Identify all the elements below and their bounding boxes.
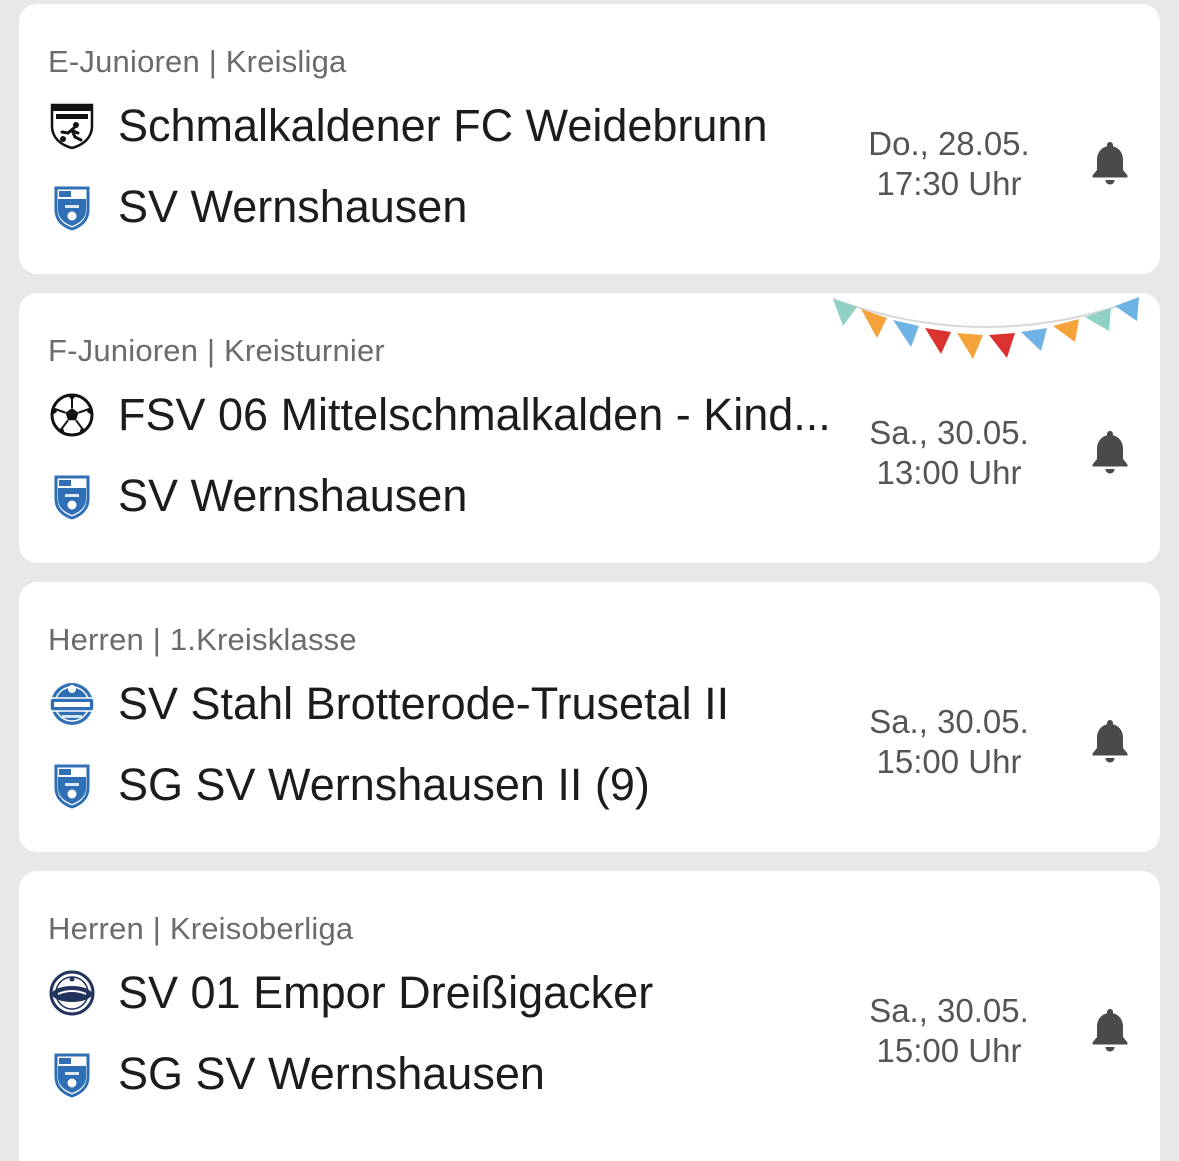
sfc-weidebrunn-crest-icon (48, 102, 96, 150)
sv-wernshausen-crest-icon (48, 183, 96, 231)
match-card[interactable]: Herren | Kreisoberliga SV 01 Empor Dreiß… (19, 871, 1160, 1161)
bell-icon[interactable] (1087, 715, 1133, 765)
away-team-name: SG SV Wernshausen II (9) (118, 759, 650, 810)
match-date: Sa., 30.05. (869, 703, 1029, 740)
home-team: Schmalkaldener FC Weidebrunn (48, 96, 858, 156)
match-card[interactable]: E-Junioren | Kreisliga Schmalkaldener FC… (19, 4, 1160, 274)
bunting-garland-icon (832, 297, 1140, 359)
away-team: SV Wernshausen (48, 177, 858, 237)
soccer-ball-icon (48, 391, 96, 439)
home-team-name: Schmalkaldener FC Weidebrunn (118, 100, 768, 151)
sv-stahl-brotterode-crest-icon (48, 680, 96, 728)
sv-wernshausen-crest-icon (48, 761, 96, 809)
match-list: E-Junioren | Kreisliga Schmalkaldener FC… (0, 0, 1179, 1161)
empor-dreissigacker-crest-icon (48, 969, 96, 1017)
home-team: FSV 06 Mittelschmalkalden - Kind... (48, 385, 858, 445)
match-time: 17:30 Uhr (876, 165, 1022, 202)
home-team-name: FSV 06 Mittelschmalkalden - Kind... (118, 389, 831, 440)
match-time: 15:00 Uhr (876, 1032, 1022, 1069)
kickoff-datetime: Sa., 30.05. 15:00 Uhr (859, 702, 1039, 782)
match-time: 13:00 Uhr (876, 454, 1022, 491)
match-card[interactable]: F-Junioren | Kreisturnier FSV 06 Mittels… (19, 293, 1160, 563)
away-team: SG SV Wernshausen II (9) (48, 755, 858, 815)
match-time: 15:00 Uhr (876, 743, 1022, 780)
match-card[interactable]: Herren | 1.Kreisklasse SV Stahl Brottero… (19, 582, 1160, 852)
sv-wernshausen-crest-icon (48, 472, 96, 520)
match-date: Sa., 30.05. (869, 992, 1029, 1029)
kickoff-datetime: Sa., 30.05. 13:00 Uhr (859, 413, 1039, 493)
competition-label: Herren | 1.Kreisklasse (48, 622, 357, 657)
kickoff-datetime: Do., 28.05. 17:30 Uhr (859, 124, 1039, 204)
home-team-name: SV 01 Empor Dreißigacker (118, 967, 654, 1018)
match-date: Sa., 30.05. (869, 414, 1029, 451)
kickoff-datetime: Sa., 30.05. 15:00 Uhr (859, 991, 1039, 1071)
home-team-name: SV Stahl Brotterode-Trusetal II (118, 678, 730, 729)
away-team: SG SV Wernshausen (48, 1044, 858, 1104)
competition-label: Herren | Kreisoberliga (48, 911, 354, 946)
bell-icon[interactable] (1087, 1004, 1133, 1054)
sv-wernshausen-crest-icon (48, 1050, 96, 1098)
away-team-name: SG SV Wernshausen (118, 1048, 545, 1099)
competition-label: E-Junioren | Kreisliga (48, 44, 347, 79)
home-team: SV 01 Empor Dreißigacker (48, 963, 858, 1023)
away-team-name: SV Wernshausen (118, 181, 468, 232)
away-team: SV Wernshausen (48, 466, 858, 526)
bell-icon[interactable] (1087, 137, 1133, 187)
home-team: SV Stahl Brotterode-Trusetal II (48, 674, 858, 734)
competition-label: F-Junioren | Kreisturnier (48, 333, 385, 368)
match-date: Do., 28.05. (868, 125, 1030, 162)
bell-icon[interactable] (1087, 426, 1133, 476)
away-team-name: SV Wernshausen (118, 470, 468, 521)
